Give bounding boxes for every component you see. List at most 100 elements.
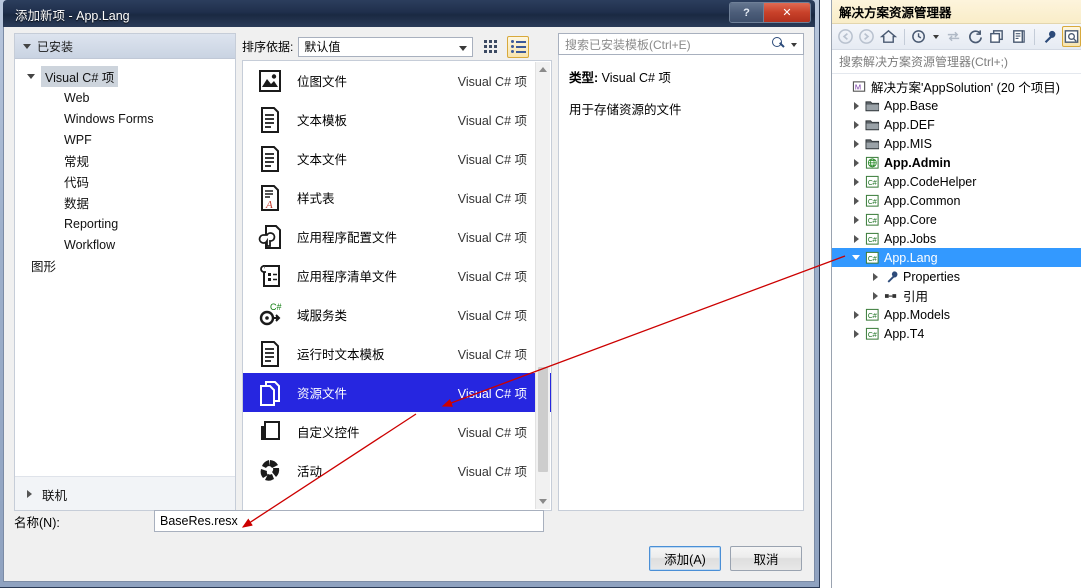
chevron-right-icon[interactable] — [849, 329, 863, 338]
category-tree-item[interactable]: 常规 — [15, 150, 235, 171]
sort-by-dropdown[interactable]: 默认值 — [298, 36, 474, 57]
chevron-right-icon[interactable] — [849, 196, 863, 205]
sync-icon[interactable] — [944, 26, 963, 47]
app-config-icon — [253, 222, 287, 252]
template-list-item[interactable]: A 样式表 Visual C# 项 — [243, 178, 551, 217]
solution-tree-item-label: App.Lang — [884, 250, 938, 265]
category-tree-item[interactable]: Workflow — [15, 234, 235, 255]
solution-tree[interactable]: M 解决方案'AppSolution' (20 个项目) App.Base App.D… — [832, 74, 1081, 588]
category-tree-item[interactable]: 图形 — [15, 255, 235, 276]
template-list-item[interactable]: 资源文件 Visual C# 项 — [243, 373, 551, 412]
name-label: 名称(N): — [14, 515, 60, 530]
chevron-down-icon[interactable] — [791, 43, 797, 47]
template-list-pane: 排序依据: 默认值 位图文件 Visual C# 项 文本模板 Visual C… — [242, 33, 552, 511]
folder-project-icon — [863, 99, 881, 113]
category-tree-item[interactable]: Visual C# 项 — [15, 66, 235, 87]
solution-explorer-title: 解决方案资源管理器 — [832, 0, 1081, 24]
chevron-right-icon[interactable] — [868, 291, 882, 300]
category-tree-item[interactable]: WPF — [15, 129, 235, 150]
svg-text:A: A — [265, 199, 273, 211]
search-input[interactable]: 搜索已安装模板(Ctrl+E) — [565, 36, 691, 53]
category-tree-item[interactable]: Reporting — [15, 213, 235, 234]
solution-explorer-toolbar — [832, 24, 1081, 50]
svg-text:C#: C# — [867, 179, 876, 186]
solution-tree-item[interactable]: C# App.CodeHelper — [832, 172, 1081, 191]
template-list-item[interactable]: 应用程序配置文件 Visual C# 项 — [243, 217, 551, 256]
solution-tree-item-label: App.Base — [884, 98, 939, 113]
scrollbar-thumb[interactable] — [538, 367, 548, 472]
solution-explorer-search-input[interactable]: 搜索解决方案资源管理器(Ctrl+;) — [832, 50, 1081, 74]
category-tree-item[interactable]: 代码 — [15, 171, 235, 192]
list-view-button[interactable] — [507, 35, 530, 58]
solution-tree-item-label: App.Models — [884, 307, 951, 322]
solution-icon: M — [850, 80, 868, 94]
solution-tree-item[interactable]: C# App.Jobs — [832, 229, 1081, 248]
template-list[interactable]: 位图文件 Visual C# 项 文本模板 Visual C# 项 文本文件 Visu… — [242, 60, 552, 511]
pending-changes-icon[interactable] — [911, 26, 930, 47]
web-project-icon — [863, 156, 881, 170]
solution-tree-item[interactable]: C# App.Models — [832, 305, 1081, 324]
collapse-all-icon[interactable] — [987, 26, 1006, 47]
chevron-right-icon[interactable] — [849, 215, 863, 224]
solution-tree-item[interactable]: C# App.Common — [832, 191, 1081, 210]
chevron-down-icon[interactable] — [933, 34, 940, 39]
runtime-text-template-icon — [253, 339, 287, 369]
chevron-down-icon — [23, 43, 31, 49]
template-list-item[interactable]: 运行时文本模板 Visual C# 项 — [243, 334, 551, 373]
solution-tree-item[interactable]: App.Admin — [832, 153, 1081, 172]
online-section[interactable]: 联机 — [15, 476, 235, 510]
template-list-item[interactable]: 文本文件 Visual C# 项 — [243, 139, 551, 178]
references-icon — [882, 289, 900, 303]
home-icon[interactable] — [879, 26, 898, 47]
chevron-right-icon[interactable] — [849, 158, 863, 167]
add-button[interactable]: 添加(A) — [649, 546, 721, 571]
category-tree-item[interactable]: Windows Forms — [15, 108, 235, 129]
chevron-right-icon[interactable] — [849, 101, 863, 110]
installed-header[interactable]: 已安装 — [15, 34, 235, 59]
forward-icon[interactable] — [858, 26, 877, 47]
solution-tree-item[interactable]: M 解决方案'AppSolution' (20 个项目) — [832, 77, 1081, 96]
solution-tree-item[interactable]: 引用 — [832, 286, 1081, 305]
search-installed-templates-box[interactable]: 搜索已安装模板(Ctrl+E) — [558, 33, 804, 55]
template-list-item[interactable]: 自定义控件 Visual C# 项 — [243, 412, 551, 451]
close-icon[interactable]: ✕ — [764, 3, 810, 22]
text-file-icon — [253, 144, 287, 174]
solution-tree-item[interactable]: Properties — [832, 267, 1081, 286]
category-tree[interactable]: Visual C# 项 Web Windows Forms WPF 常规 代码 数据 Repo… — [15, 59, 235, 510]
chevron-right-icon[interactable] — [849, 139, 863, 148]
properties-wrench-icon[interactable] — [1040, 26, 1059, 47]
chevron-right-icon[interactable] — [868, 272, 882, 281]
scroll-down-icon[interactable] — [536, 494, 550, 509]
chevron-right-icon[interactable] — [849, 120, 863, 129]
refresh-icon[interactable] — [966, 26, 985, 47]
template-list-item[interactable]: 位图文件 Visual C# 项 — [243, 61, 551, 100]
back-icon[interactable] — [836, 26, 855, 47]
chevron-right-icon[interactable] — [849, 310, 863, 319]
preview-selected-items-icon[interactable] — [1061, 26, 1081, 47]
template-name: 域服务类 — [297, 309, 348, 323]
solution-tree-item[interactable]: C# App.Core — [832, 210, 1081, 229]
solution-tree-item[interactable]: App.MIS — [832, 134, 1081, 153]
show-all-files-icon[interactable] — [1009, 26, 1028, 47]
grid-view-button[interactable] — [479, 36, 501, 58]
solution-tree-item[interactable]: App.DEF — [832, 115, 1081, 134]
solution-tree-item[interactable]: C# App.Lang — [832, 248, 1081, 267]
template-list-item[interactable]: 文本模板 Visual C# 项 — [243, 100, 551, 139]
template-list-item[interactable]: C# 域服务类 Visual C# 项 — [243, 295, 551, 334]
chevron-right-icon[interactable] — [849, 177, 863, 186]
chevron-right-icon[interactable] — [849, 234, 863, 243]
scroll-up-icon[interactable] — [536, 62, 550, 77]
chevron-down-icon[interactable] — [849, 255, 863, 260]
grid-view-icon — [483, 40, 497, 53]
cancel-button[interactable]: 取消 — [730, 546, 802, 571]
help-button[interactable]: ? — [730, 3, 764, 22]
template-list-item[interactable]: 活动 Visual C# 项 — [243, 451, 551, 490]
category-tree-item[interactable]: 数据 — [15, 192, 235, 213]
solution-tree-item[interactable]: C# App.T4 — [832, 324, 1081, 343]
solution-tree-item[interactable]: App.Base — [832, 96, 1081, 115]
template-list-scrollbar[interactable] — [535, 62, 550, 509]
category-tree-item[interactable]: Web — [15, 87, 235, 108]
template-list-item[interactable]: 应用程序清单文件 Visual C# 项 — [243, 256, 551, 295]
name-row: 名称(N): BaseRes.resx — [14, 509, 804, 533]
name-input[interactable]: BaseRes.resx — [154, 510, 544, 532]
